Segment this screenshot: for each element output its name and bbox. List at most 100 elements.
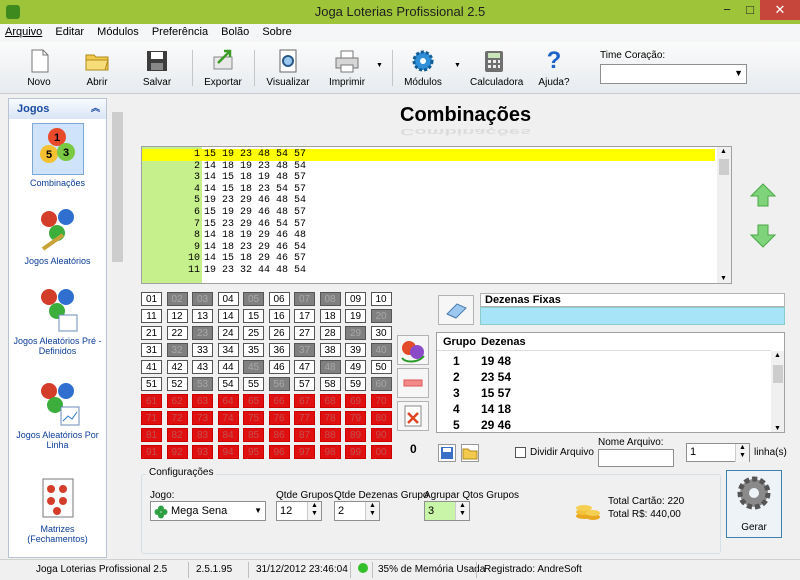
close-button[interactable]: ✕: [760, 0, 800, 20]
number-cell[interactable]: 99: [345, 445, 366, 459]
number-cell[interactable]: 43: [192, 360, 213, 374]
number-cell[interactable]: 17: [294, 309, 315, 323]
sidebar-item-por-linha[interactable]: Jogos Aleatórios Por Linha: [9, 379, 106, 450]
number-cell[interactable]: 53: [192, 377, 213, 391]
sidebar-item-pre-definidos[interactable]: Jogos Aleatórios Pré - Definidos: [9, 285, 106, 356]
number-cell[interactable]: 11: [141, 309, 162, 323]
number-cell[interactable]: 33: [192, 343, 213, 357]
abrir-button[interactable]: Abrir: [78, 42, 116, 92]
number-cell[interactable]: 85: [243, 428, 264, 442]
gerar-button[interactable]: Gerar: [726, 470, 782, 538]
number-cell[interactable]: 06: [268, 292, 290, 306]
jogo-select[interactable]: Mega Sena ▼: [150, 501, 266, 521]
ajuda-button[interactable]: ? Ajuda?: [536, 42, 572, 92]
number-cell[interactable]: 42: [166, 360, 188, 374]
number-cell[interactable]: 57: [294, 377, 315, 391]
novo-button[interactable]: Novo: [20, 42, 58, 92]
combination-row[interactable]: 11 19 23 32 44 48 54: [142, 265, 715, 277]
number-cell[interactable]: 18: [319, 309, 341, 323]
number-cell[interactable]: 14: [217, 309, 239, 323]
spin-arrows-icon[interactable]: ▲ ▼: [365, 502, 379, 520]
number-cell[interactable]: 07: [294, 292, 315, 306]
number-cell[interactable]: 52: [166, 377, 188, 391]
menu-bolao[interactable]: Bolão: [216, 24, 254, 38]
number-cell[interactable]: 35: [243, 343, 264, 357]
scroll-down-icon[interactable]: ▼: [720, 275, 727, 282]
number-cell[interactable]: 64: [217, 394, 239, 408]
sidebar-item-matrizes[interactable]: Matrizes (Fechamentos): [9, 473, 106, 544]
number-cell[interactable]: 08: [319, 292, 341, 306]
number-cell[interactable]: 96: [268, 445, 290, 459]
agrupar-stepper[interactable]: 3 ▲ ▼: [424, 501, 470, 521]
number-cell[interactable]: 27: [294, 326, 315, 340]
number-cell[interactable]: 70: [370, 394, 392, 408]
groups-scrollbar-thumb[interactable]: [773, 365, 783, 383]
number-cell[interactable]: 28: [319, 326, 341, 340]
exportar-button[interactable]: Exportar: [202, 42, 244, 92]
combination-row[interactable]: 4 14 15 18 23 54 57: [142, 184, 715, 196]
number-cell[interactable]: 13: [192, 309, 213, 323]
number-cell[interactable]: 32: [166, 343, 188, 357]
menu-arquivo[interactable]: Arquivo: [0, 24, 47, 38]
number-cell[interactable]: 83: [192, 428, 213, 442]
number-cell[interactable]: 98: [319, 445, 341, 459]
number-cell[interactable]: 63: [192, 394, 213, 408]
combinations-list[interactable]: 1 15 19 23 48 54 57 2 14 18 19 23 48 54 3 14 …: [141, 146, 732, 284]
number-cell[interactable]: 81: [141, 428, 162, 442]
number-cell[interactable]: 30: [370, 326, 392, 340]
number-cell[interactable]: 84: [217, 428, 239, 442]
spin-arrows-icon[interactable]: ▲ ▼: [735, 444, 749, 462]
sidebar-scrollbar-thumb[interactable]: [112, 112, 123, 262]
number-cell[interactable]: 50: [370, 360, 392, 374]
number-cell[interactable]: 87: [294, 428, 315, 442]
eraser-button[interactable]: [438, 295, 474, 325]
number-cell[interactable]: 71: [141, 411, 162, 425]
collapse-icon[interactable]: ︽: [91, 101, 100, 114]
combination-row[interactable]: 5 19 23 29 46 48 54: [142, 195, 715, 207]
number-cell[interactable]: 03: [192, 292, 213, 306]
combination-row[interactable]: 3 14 15 18 19 48 57: [142, 172, 715, 184]
number-cell[interactable]: 37: [294, 343, 315, 357]
number-cell[interactable]: 95: [243, 445, 264, 459]
menu-preferencia[interactable]: Preferência: [147, 24, 213, 38]
open-groups-button[interactable]: [461, 444, 479, 462]
minimize-button[interactable]: −: [714, 0, 740, 20]
number-cell[interactable]: 09: [345, 292, 366, 306]
number-cell[interactable]: 80: [370, 411, 392, 425]
col-dezenas-header[interactable]: Dezenas: [481, 336, 526, 348]
spin-arrows-icon[interactable]: ▲ ▼: [455, 502, 469, 520]
combination-row[interactable]: 1 15 19 23 48 54 57: [142, 149, 715, 161]
clear-button[interactable]: [397, 401, 429, 431]
number-cell[interactable]: 47: [294, 360, 315, 374]
number-cell[interactable]: 60: [370, 377, 392, 391]
number-cell[interactable]: 25: [243, 326, 264, 340]
number-cell[interactable]: 97: [294, 445, 315, 459]
number-cell[interactable]: 78: [319, 411, 341, 425]
number-cell[interactable]: 46: [268, 360, 290, 374]
salvar-button[interactable]: Salvar: [138, 42, 176, 92]
number-cell[interactable]: 19: [345, 309, 366, 323]
imprimir-button[interactable]: Imprimir: [326, 42, 368, 92]
number-cell[interactable]: 48: [319, 360, 341, 374]
combination-row[interactable]: 7 15 23 29 46 54 57: [142, 219, 715, 231]
number-cell[interactable]: 90: [370, 428, 392, 442]
groups-table[interactable]: Grupo Dezenas 1 19 48 2 23 54 3 15 57 4 14 18 5 2…: [436, 332, 785, 433]
number-cell[interactable]: 29: [345, 326, 366, 340]
number-cell[interactable]: 66: [268, 394, 290, 408]
number-cell[interactable]: 86: [268, 428, 290, 442]
modulos-button[interactable]: Módulos: [402, 42, 444, 92]
number-cell[interactable]: 41: [141, 360, 162, 374]
number-cell[interactable]: 75: [243, 411, 264, 425]
number-cell[interactable]: 44: [217, 360, 239, 374]
number-cell[interactable]: 55: [243, 377, 264, 391]
number-cell[interactable]: 74: [217, 411, 239, 425]
menu-sobre[interactable]: Sobre: [257, 24, 296, 38]
number-cell[interactable]: 69: [345, 394, 366, 408]
number-cell[interactable]: 21: [141, 326, 162, 340]
number-cell[interactable]: 20: [370, 309, 392, 323]
number-cell[interactable]: 00: [370, 445, 392, 459]
number-cell[interactable]: 72: [166, 411, 188, 425]
number-cell[interactable]: 04: [217, 292, 239, 306]
number-cell[interactable]: 10: [370, 292, 392, 306]
sidebar-header[interactable]: Jogos ︽: [9, 99, 106, 119]
